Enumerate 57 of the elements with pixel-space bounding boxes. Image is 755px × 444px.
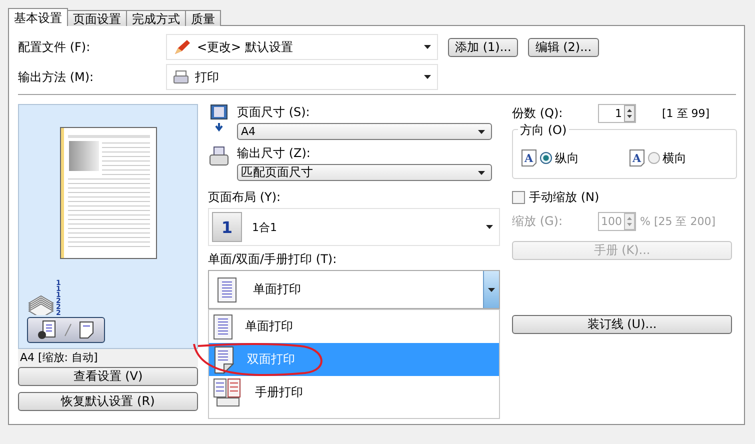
checkbox[interactable]: [512, 191, 525, 204]
collated-pages-icon: [37, 320, 58, 340]
dropdown-arrow-button[interactable]: [483, 271, 499, 308]
spin-arrows-icon: [624, 213, 635, 230]
print-style-dropdown[interactable]: 单面打印: [208, 270, 500, 309]
page-letter-icon: A: [628, 149, 644, 167]
field-label: 输出方法 (M):: [18, 68, 95, 86]
tab[interactable]: 质量: [185, 10, 221, 26]
page-size-select[interactable]: A4: [237, 123, 492, 140]
radio-label: 横向: [662, 150, 686, 166]
folded-page-icon: [78, 321, 95, 339]
tab[interactable]: 基本设置: [8, 8, 68, 26]
booklet-icon: [213, 378, 243, 408]
caret-icon: [488, 288, 495, 292]
field-label: 页面布局 (Y):: [208, 189, 282, 206]
tab[interactable]: 页面设置: [67, 10, 127, 26]
range-hint: [1 至 99]: [662, 106, 710, 121]
profile-button[interactable]: 添加 (1)...: [448, 38, 518, 56]
output-size-select[interactable]: 匹配页面尺寸: [237, 164, 492, 181]
dropdown-caret-icon[interactable]: [478, 170, 485, 174]
printer-icon: [173, 70, 189, 84]
radio-button[interactable]: [648, 152, 660, 164]
range-hint: % [25 至 200]: [640, 214, 716, 229]
dropdown-caret-icon[interactable]: [424, 75, 431, 79]
field-label: 单面/双面/手册打印 (T):: [208, 251, 338, 268]
slash-icon: [64, 323, 72, 337]
monitor-icon: [208, 104, 230, 134]
duplex-page-icon: [213, 346, 235, 374]
preview-button[interactable]: 恢复默认设置 (R): [18, 392, 198, 411]
preview-caption: A4 [缩放: 自动]: [18, 349, 198, 367]
checkbox-label: 手动缩放 (N): [529, 189, 600, 206]
page-layout-dropdown[interactable]: 1 1合1: [208, 208, 500, 246]
field-label: 份数 (Q):: [512, 105, 564, 122]
field-label: 缩放 (G):: [512, 213, 564, 230]
field-label: 页面尺寸 (S):: [237, 105, 310, 119]
dropdown-caret-icon[interactable]: [478, 130, 485, 134]
side-button[interactable]: 装订线 (U)...: [512, 315, 732, 334]
pencil-icon: [173, 39, 191, 55]
preview-button[interactable]: 查看设置 (V): [18, 367, 198, 386]
dropdown-caret-icon[interactable]: [486, 225, 493, 229]
page-letter-icon: A: [521, 149, 537, 167]
field-label: 配置文件 (F):: [18, 38, 92, 56]
dropdown-caret-icon[interactable]: [424, 45, 431, 49]
output-method-dropdown[interactable]: 打印: [166, 64, 438, 90]
radio-label: 纵向: [555, 150, 579, 166]
collate-toggle[interactable]: [27, 317, 105, 343]
radio-button[interactable]: [540, 152, 552, 164]
layout-number-icon: 1: [212, 212, 242, 242]
single-page-icon: [217, 276, 237, 302]
group-title: 方向 (O): [518, 122, 569, 139]
copies-spinner[interactable]: 1: [598, 104, 636, 123]
spin-arrows-icon: [624, 105, 635, 122]
profile-dropdown[interactable]: <更改> 默认设置: [166, 34, 438, 60]
profile-button[interactable]: 编辑 (2)...: [528, 38, 599, 56]
tab[interactable]: 完成方式: [126, 10, 186, 26]
single-page-icon: [213, 314, 233, 340]
field-label: 输出尺寸 (Z):: [237, 146, 310, 160]
